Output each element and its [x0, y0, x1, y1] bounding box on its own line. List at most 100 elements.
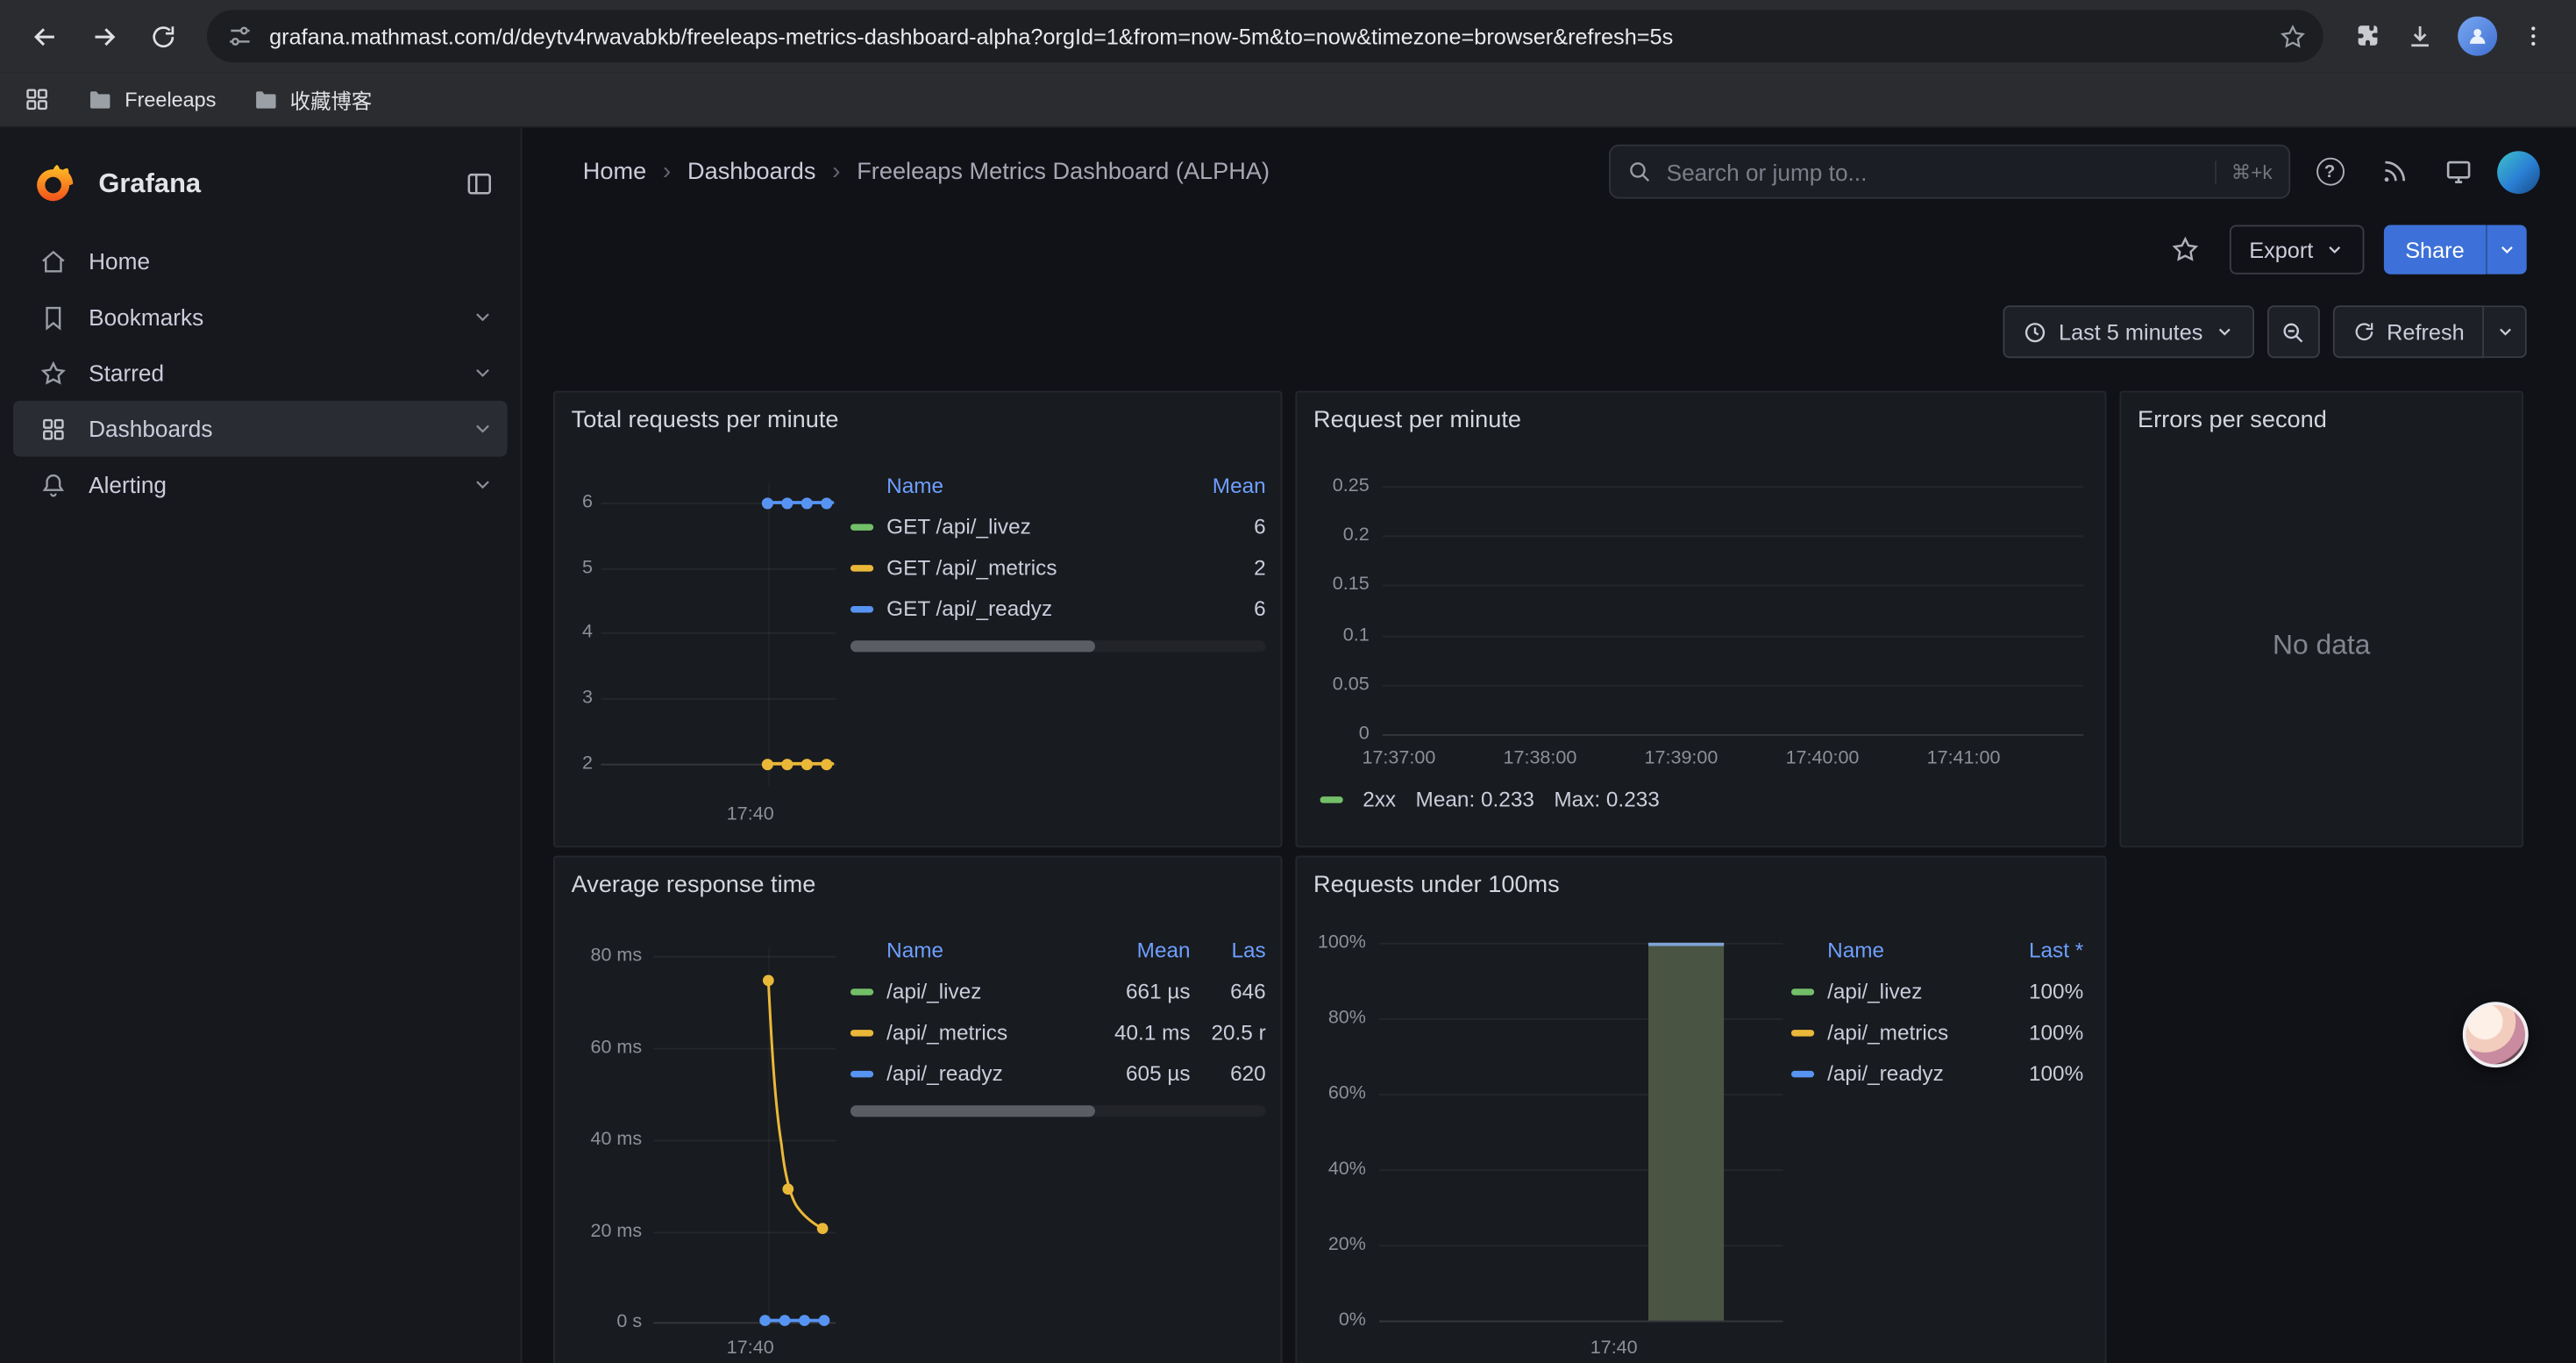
- series-swatch: [850, 1029, 873, 1035]
- refresh-button[interactable]: Refresh: [2332, 305, 2484, 358]
- reload-icon: [148, 22, 176, 50]
- url-bar[interactable]: grafana.mathmast.com/d/deytv4rwavabkb/fr…: [207, 10, 2323, 62]
- share-button[interactable]: Share: [2384, 225, 2486, 275]
- series-swatch: [850, 605, 873, 611]
- star-icon: [2170, 235, 2200, 265]
- export-button[interactable]: Export: [2230, 225, 2365, 275]
- top-navigation: Home › Dashboards › Freeleaps Metrics Da…: [522, 128, 2576, 215]
- browser-actions: [2339, 17, 2559, 56]
- scrollbar-thumb[interactable]: [850, 640, 1096, 652]
- chevron-down-icon[interactable]: [471, 305, 494, 328]
- legend-col-last[interactable]: Las: [1191, 938, 1266, 962]
- series-swatch: [850, 1070, 873, 1076]
- series-swatch: [850, 564, 873, 570]
- legend-row[interactable]: /api/_metrics 100%: [1791, 1011, 2083, 1053]
- scrollbar-thumb[interactable]: [850, 1105, 1096, 1117]
- screen: grafana.mathmast.com/d/deytv4rwavabkb/fr…: [0, 0, 2576, 1363]
- legend-row[interactable]: /api/_readyz 100%: [1791, 1053, 2083, 1094]
- legend-scrollbar[interactable]: [850, 1105, 1266, 1117]
- chevron-down-icon[interactable]: [471, 361, 494, 384]
- series-swatch: [1791, 1070, 1814, 1076]
- zoom-out-time-button[interactable]: [2266, 305, 2319, 358]
- panel-total-requests: Total requests per minute 6 5 4 3 2: [553, 391, 1282, 848]
- bookmark-label: 收藏博客: [290, 83, 373, 115]
- panel-errors-per-second: Errors per second No data: [2119, 391, 2523, 848]
- panel-title[interactable]: Errors per second: [2121, 393, 2522, 434]
- extensions-icon[interactable]: [2352, 21, 2382, 51]
- legend-table: Name Last * /api/_livez 100% /api/_metri…: [1791, 930, 2083, 1094]
- series-swatch: [850, 988, 873, 994]
- refresh-icon: [2352, 320, 2375, 343]
- panel-requests-under-100ms: Requests under 100ms 100% 80% 60% 40% 20…: [1295, 856, 2106, 1363]
- apps-grid-icon[interactable]: [23, 85, 51, 113]
- back-button[interactable]: [17, 8, 73, 64]
- breadcrumb-separator: ›: [661, 158, 672, 186]
- browser-menu-icon[interactable]: [2520, 23, 2546, 49]
- zoom-out-icon: [2281, 319, 2305, 344]
- breadcrumb-home[interactable]: Home: [583, 159, 646, 185]
- share-menu-button[interactable]: [2486, 225, 2527, 275]
- back-arrow-icon: [29, 20, 60, 52]
- time-range-picker[interactable]: Last 5 minutes: [2003, 305, 2253, 358]
- sidebar-item-dashboards[interactable]: Dashboards: [13, 401, 508, 457]
- legend-row[interactable]: /api/_livez 661 µs 646: [850, 971, 1266, 1012]
- help-button[interactable]: ?: [2305, 147, 2354, 196]
- refresh-interval-button[interactable]: [2484, 305, 2527, 358]
- search-input[interactable]: [1667, 159, 2201, 185]
- time-controls: Last 5 minutes Refresh: [2003, 303, 2526, 360]
- kiosk-mode-button[interactable]: [2433, 147, 2482, 196]
- panel-title[interactable]: Average response time: [555, 857, 1281, 898]
- folder-icon: [253, 86, 279, 112]
- legend-row[interactable]: /api/_livez 100%: [1791, 971, 2083, 1012]
- panel-title[interactable]: Requests under 100ms: [1297, 857, 2104, 898]
- response-time-series: [653, 947, 839, 1341]
- sidebar-item-bookmarks[interactable]: Bookmarks: [13, 289, 508, 346]
- legend-row[interactable]: GET /api/_metrics 2: [850, 547, 1266, 589]
- breadcrumb-separator: ›: [830, 158, 842, 186]
- panel-title[interactable]: Total requests per minute: [555, 393, 1281, 434]
- legend-col-mean[interactable]: Mean: [1171, 473, 1266, 497]
- site-settings-icon[interactable]: [226, 23, 253, 49]
- legend-col-last[interactable]: Last *: [1989, 938, 2084, 962]
- rss-icon: [2380, 158, 2408, 186]
- grafana-logo-icon[interactable]: [32, 161, 77, 206]
- forward-arrow-icon: [88, 20, 119, 52]
- user-avatar[interactable]: [2497, 150, 2540, 193]
- legend-row[interactable]: /api/_readyz 605 µs 620: [850, 1053, 1266, 1094]
- reload-button[interactable]: [135, 8, 191, 64]
- legend-row[interactable]: /api/_metrics 40.1 ms 20.5 r: [850, 1011, 1266, 1053]
- brand-title: Grafana: [98, 168, 443, 200]
- dashboards-grid-icon: [39, 415, 68, 443]
- bookmark-folder-freeleaps[interactable]: Freeleaps: [87, 86, 216, 112]
- assistant-avatar-button[interactable]: [2463, 1002, 2529, 1067]
- chevron-down-icon[interactable]: [471, 417, 494, 440]
- search-bar[interactable]: ⌘+k: [1609, 145, 2290, 199]
- chevron-down-icon: [2494, 322, 2514, 341]
- monitor-icon: [2444, 158, 2472, 186]
- bookmark-star-icon[interactable]: [2279, 22, 2307, 50]
- sidebar-item-home[interactable]: Home: [13, 233, 508, 289]
- clock-icon: [2023, 319, 2047, 344]
- news-button[interactable]: [2369, 147, 2418, 196]
- chevron-down-icon: [2324, 239, 2344, 259]
- legend-row[interactable]: GET /api/_livez 6: [850, 506, 1266, 547]
- legend-scrollbar[interactable]: [850, 640, 1266, 652]
- chevron-down-icon[interactable]: [471, 473, 494, 496]
- sidebar-item-starred[interactable]: Starred: [13, 345, 508, 401]
- legend-col-mean[interactable]: Mean: [1095, 938, 1191, 962]
- search-icon: [1627, 160, 1652, 184]
- profile-avatar[interactable]: [2458, 17, 2497, 56]
- sidebar-item-alerting[interactable]: Alerting: [13, 457, 508, 513]
- panel-title[interactable]: Request per minute: [1297, 393, 2104, 434]
- download-icon[interactable]: [2405, 21, 2435, 51]
- legend-series-name[interactable]: 2xx: [1363, 787, 1396, 811]
- bookmark-icon: [39, 303, 68, 331]
- breadcrumb-dashboards[interactable]: Dashboards: [687, 159, 815, 185]
- favorite-dashboard-button[interactable]: [2160, 225, 2210, 275]
- chevron-down-icon: [2497, 239, 2516, 259]
- bookmark-folder-blogs[interactable]: 收藏博客: [253, 83, 373, 115]
- forward-button[interactable]: [75, 8, 132, 64]
- refresh-button-group: Refresh: [2332, 305, 2526, 358]
- legend-row[interactable]: GET /api/_readyz 6: [850, 588, 1266, 629]
- collapse-sidebar-icon[interactable]: [465, 169, 495, 199]
